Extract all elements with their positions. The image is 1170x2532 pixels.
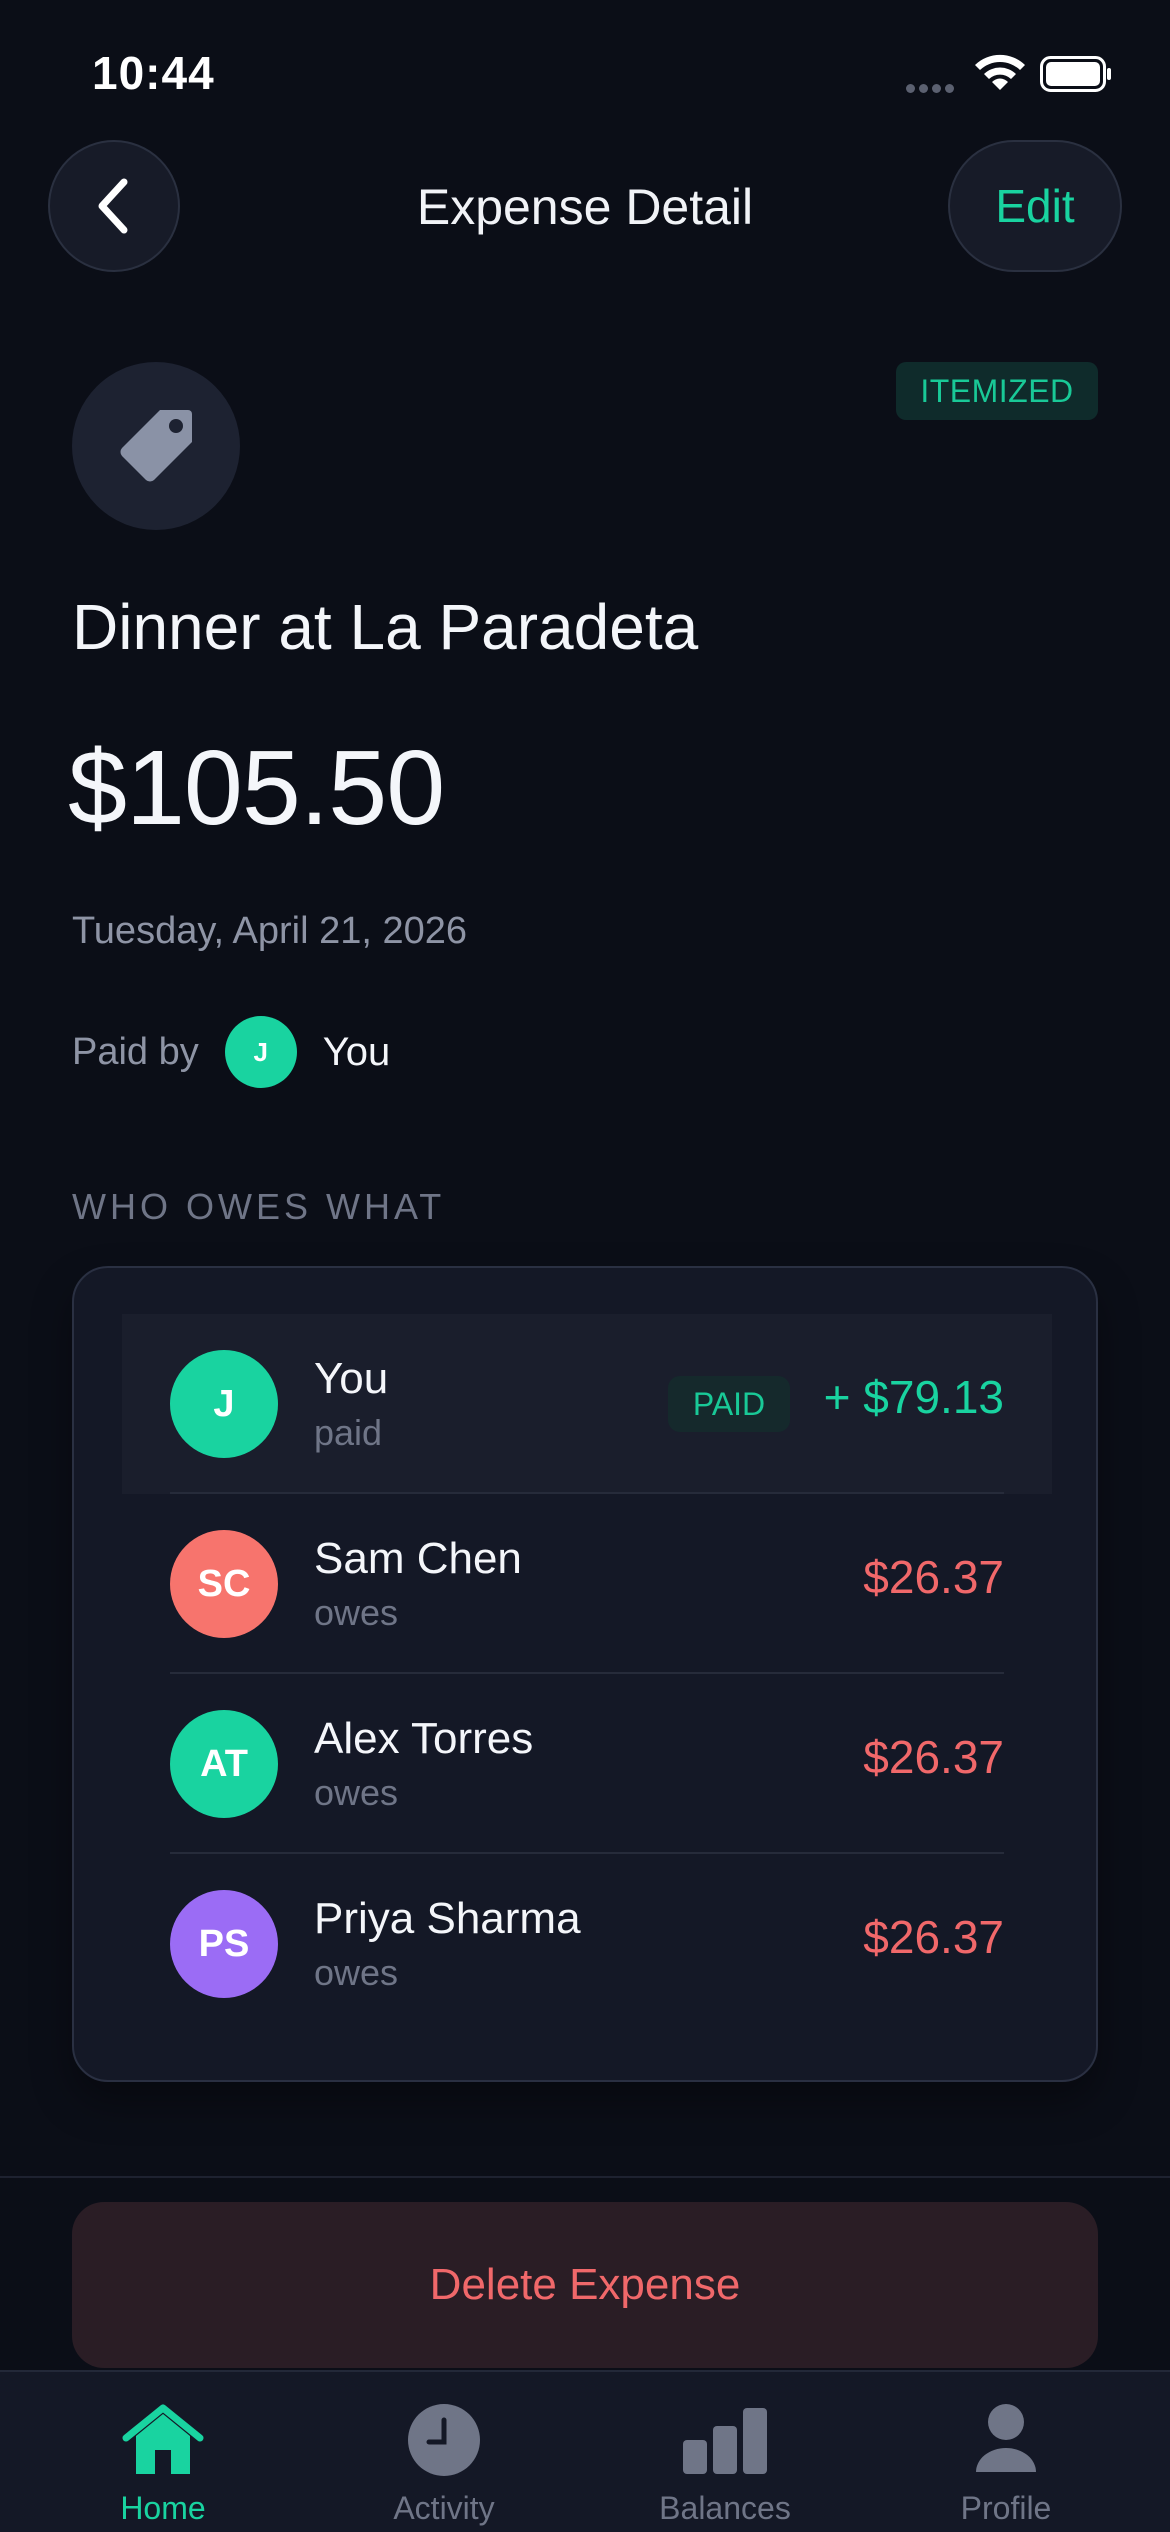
participant-name: Sam Chen <box>314 1534 522 1583</box>
paid-by-row: Paid by J You <box>72 1016 390 1088</box>
tab-label: Profile <box>960 2490 1052 2526</box>
participant-row[interactable]: AT Alex Torres owes $26.37 <box>122 1674 1052 1854</box>
avatar: SC <box>170 1530 278 1638</box>
battery-icon <box>1040 56 1111 92</box>
status-bar: 10:44 <box>0 0 1170 140</box>
tab-activity[interactable]: Activity <box>334 2372 554 2532</box>
itemized-badge: ITEMIZED <box>896 362 1098 420</box>
participant-amount: $26.37 <box>863 1551 1004 1603</box>
tab-profile[interactable]: Profile <box>896 2372 1116 2532</box>
wifi-icon <box>975 54 1025 90</box>
tab-bar: Home Activity Balances Profile <box>0 2370 1170 2532</box>
participant-name: Alex Torres <box>314 1714 534 1763</box>
expense-date: Tuesday, April 21, 2026 <box>72 910 468 952</box>
person-icon <box>976 2404 1036 2472</box>
participant-name: You <box>314 1354 389 1403</box>
divider <box>0 2176 1170 2178</box>
expense-detail-screen: 10:44 Expense Detail Edit ITEMIZED Dinne… <box>0 0 1170 2532</box>
category-icon-circle <box>72 362 240 530</box>
participant-name: Priya Sharma <box>314 1894 581 1943</box>
expense-title: Dinner at La Paradeta <box>72 591 699 663</box>
tab-balances[interactable]: Balances <box>615 2372 835 2532</box>
participant-status: owes <box>314 1952 399 1993</box>
participant-status: owes <box>314 1592 399 1633</box>
tab-home[interactable]: Home <box>53 2372 273 2532</box>
participant-status: owes <box>314 1772 399 1813</box>
expense-amount: $105.50 <box>68 729 445 847</box>
tab-label: Balances <box>659 2490 791 2526</box>
tab-label: Activity <box>393 2490 495 2526</box>
section-label: WHO OWES WHAT <box>72 1186 446 1227</box>
avatar: AT <box>170 1710 278 1818</box>
owes-card: J You paid PAID + $79.13 SC Sam Chen owe… <box>72 1266 1098 2082</box>
participant-status: paid <box>314 1412 383 1453</box>
signal-icon <box>906 80 958 93</box>
status-time: 10:44 <box>92 47 215 99</box>
paid-by-label: Paid by <box>72 1030 199 1073</box>
clock-icon <box>408 2404 480 2476</box>
participant-amount: + $79.13 <box>823 1371 1004 1423</box>
edit-button[interactable]: Edit <box>948 140 1122 272</box>
payer-name: You <box>322 1029 391 1074</box>
participant-amount: $26.37 <box>863 1911 1004 1963</box>
bar-chart-icon <box>683 2408 767 2474</box>
participant-amount: $26.37 <box>863 1731 1004 1783</box>
participant-row[interactable]: J You paid PAID + $79.13 <box>122 1314 1052 1494</box>
avatar: J <box>170 1350 278 1458</box>
participant-row[interactable]: SC Sam Chen owes $26.37 <box>122 1494 1052 1674</box>
paid-badge: PAID <box>668 1376 790 1432</box>
delete-expense-button[interactable]: Delete Expense <box>72 2202 1098 2368</box>
participant-row[interactable]: PS Priya Sharma owes $26.37 <box>122 1854 1052 2034</box>
tag-icon <box>120 410 192 482</box>
payer-avatar: J <box>224 1016 297 1088</box>
tab-label: Home <box>120 2490 206 2526</box>
home-icon <box>122 2404 204 2474</box>
avatar: PS <box>170 1890 278 1998</box>
